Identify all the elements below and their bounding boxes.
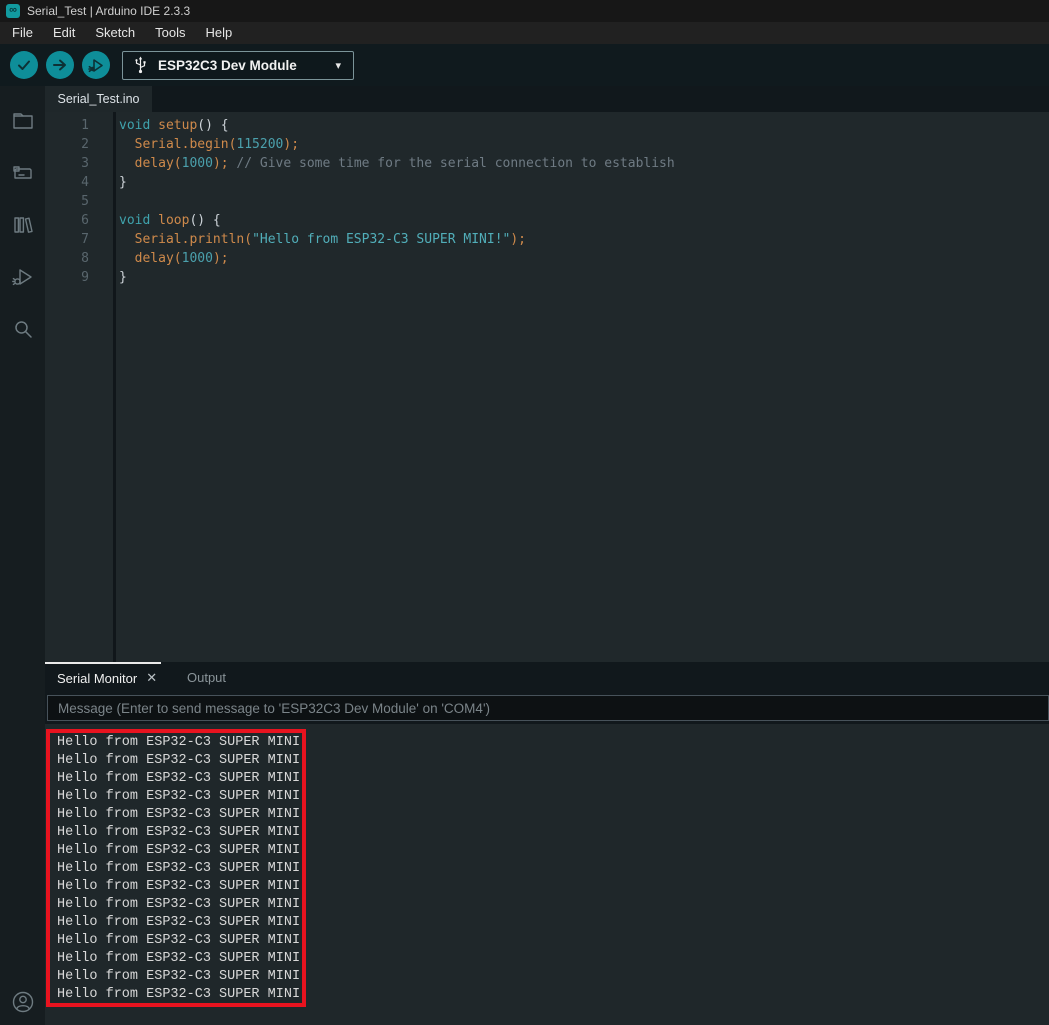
code-text: delay(1000); // Give some time for the s… (113, 154, 675, 173)
line-number: 8 (45, 249, 113, 268)
code-line: 8 delay(1000); (45, 249, 1049, 268)
menu-bar: FileEditSketchToolsHelp (0, 22, 1049, 44)
code-editor[interactable]: 1void setup() {2 Serial.begin(115200);3 … (45, 112, 1049, 662)
serial-output-line: Hello from ESP32-C3 SUPER MINI! (57, 734, 1049, 752)
account-icon[interactable] (0, 989, 45, 1015)
code-text: void setup() { (113, 116, 229, 135)
line-number: 5 (45, 192, 113, 211)
serial-message-row (45, 692, 1049, 724)
code-line: 9} (45, 268, 1049, 287)
serial-output-line: Hello from ESP32-C3 SUPER MINI! (57, 824, 1049, 842)
line-number: 3 (45, 154, 113, 173)
usb-icon (133, 56, 148, 74)
serial-message-input[interactable] (47, 695, 1049, 721)
serial-output-line: Hello from ESP32-C3 SUPER MINI! (57, 968, 1049, 986)
panel-tab-bar: Serial Monitor ✕ Output (45, 662, 1049, 692)
serial-output-line: Hello from ESP32-C3 SUPER MINI! (57, 914, 1049, 932)
menu-file[interactable]: File (2, 22, 43, 44)
serial-output-line: Hello from ESP32-C3 SUPER MINI! (57, 788, 1049, 806)
editor-tab-bar: Serial_Test.ino (45, 86, 1049, 112)
code-text: delay(1000); (113, 249, 229, 268)
code-text: } (113, 268, 127, 287)
right-arrow-icon (52, 57, 68, 73)
code-text (113, 192, 119, 211)
code-text: void loop() { (113, 211, 221, 230)
debug-play-icon (88, 57, 105, 74)
upload-button[interactable] (46, 51, 74, 79)
serial-output-line: Hello from ESP32-C3 SUPER MINI! (57, 896, 1049, 914)
tab-output[interactable]: Output (161, 670, 226, 685)
menu-sketch[interactable]: Sketch (85, 22, 145, 44)
code-text: Serial.println("Hello from ESP32-C3 SUPE… (113, 230, 526, 249)
code-line: 4} (45, 173, 1049, 192)
serial-output-line: Hello from ESP32-C3 SUPER MINI! (57, 752, 1049, 770)
serial-output-line: Hello from ESP32-C3 SUPER MINI! (57, 986, 1049, 1004)
code-text: } (113, 173, 127, 192)
line-number: 4 (45, 173, 113, 192)
search-icon[interactable] (0, 303, 45, 355)
chevron-down-icon: ▾ (335, 59, 343, 72)
serial-output-line: Hello from ESP32-C3 SUPER MINI! (57, 842, 1049, 860)
debug-sidebar-icon[interactable] (0, 251, 45, 303)
tab-serial-monitor[interactable]: Serial Monitor ✕ (45, 662, 161, 692)
serial-output-line: Hello from ESP32-C3 SUPER MINI! (57, 878, 1049, 896)
debug-button[interactable] (82, 51, 110, 79)
code-line: 3 delay(1000); // Give some time for the… (45, 154, 1049, 173)
serial-output-line: Hello from ESP32-C3 SUPER MINI! (57, 860, 1049, 878)
board-selector-value: ESP32C3 Dev Module (158, 58, 325, 73)
serial-monitor-tab-label: Serial Monitor (57, 671, 137, 686)
serial-monitor-output[interactable]: Hello from ESP32-C3 SUPER MINI!Hello fro… (45, 724, 1049, 1025)
line-number: 1 (45, 116, 113, 135)
line-number: 7 (45, 230, 113, 249)
menu-tools[interactable]: Tools (145, 22, 195, 44)
serial-output-line: Hello from ESP32-C3 SUPER MINI! (57, 950, 1049, 968)
sketchbook-folder-icon[interactable] (0, 95, 45, 147)
serial-output-line: Hello from ESP32-C3 SUPER MINI! (57, 806, 1049, 824)
menu-edit[interactable]: Edit (43, 22, 85, 44)
toolbar: ESP32C3 Dev Module ▾ (0, 44, 1049, 86)
code-line: 7 Serial.println("Hello from ESP32-C3 SU… (45, 230, 1049, 249)
board-selector-dropdown[interactable]: ESP32C3 Dev Module ▾ (122, 51, 354, 80)
title-bar: ∞ Serial_Test | Arduino IDE 2.3.3 (0, 0, 1049, 22)
code-line: 1void setup() { (45, 116, 1049, 135)
library-manager-icon[interactable] (0, 199, 45, 251)
code-line: 6void loop() { (45, 211, 1049, 230)
arduino-logo-icon: ∞ (6, 4, 20, 18)
verify-button[interactable] (10, 51, 38, 79)
arduino-ide-window: ∞ Serial_Test | Arduino IDE 2.3.3 FileEd… (0, 0, 1049, 1025)
code-text: Serial.begin(115200); (113, 135, 299, 154)
line-number: 9 (45, 268, 113, 287)
serial-output-line: Hello from ESP32-C3 SUPER MINI! (57, 932, 1049, 950)
close-icon[interactable]: ✕ (146, 670, 157, 686)
code-line: 5 (45, 192, 1049, 211)
check-icon (16, 57, 32, 73)
code-line: 2 Serial.begin(115200); (45, 135, 1049, 154)
line-number: 2 (45, 135, 113, 154)
menu-help[interactable]: Help (195, 22, 242, 44)
tab-serial-test-ino[interactable]: Serial_Test.ino (45, 86, 152, 112)
serial-output-line: Hello from ESP32-C3 SUPER MINI! (57, 770, 1049, 788)
boards-manager-icon[interactable] (0, 147, 45, 199)
line-number: 6 (45, 211, 113, 230)
window-title: Serial_Test | Arduino IDE 2.3.3 (27, 4, 190, 18)
activity-bar (0, 86, 45, 1025)
